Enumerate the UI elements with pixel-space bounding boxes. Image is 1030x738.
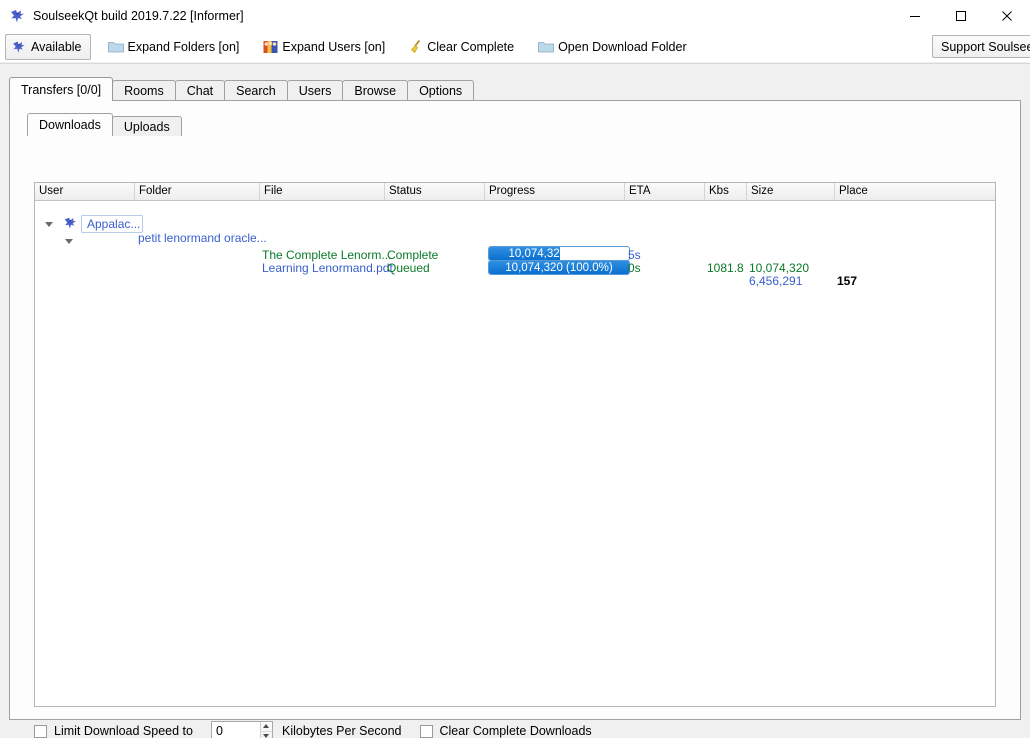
window-title: SoulseekQt build 2019.7.22 [Informer] <box>33 8 244 23</box>
tab-chat[interactable]: Chat <box>174 80 226 101</box>
speed-unit-label: Kilobytes Per Second <box>281 724 402 738</box>
tab-search-label: Search <box>236 84 276 98</box>
progress-bar-value: 10,074,320 (50.9%) <box>508 247 610 260</box>
table-header-row: User Folder File Status Progress ETA Kbs… <box>35 183 995 201</box>
stepper-up-icon[interactable] <box>260 722 272 732</box>
eta-cell: 5s <box>628 248 641 262</box>
soulseek-bird-icon <box>8 7 26 25</box>
tab-browse[interactable]: Browse <box>342 80 409 101</box>
tab-rooms[interactable]: Rooms <box>112 80 176 101</box>
transfers-panel: Downloads Uploads User Folder File Statu… <box>9 100 1021 738</box>
progress-bar: 10,074,320 (100.0%) <box>488 260 630 275</box>
column-header-file[interactable]: File <box>260 183 385 200</box>
column-header-kbs[interactable]: Kbs <box>705 183 747 200</box>
file-name-cell: Learning Lenormand.pdf <box>262 261 393 275</box>
expand-arrow-user-icon[interactable] <box>45 222 53 227</box>
status-cell: Queued <box>387 261 430 275</box>
clear-complete-downloads-label: Clear Complete Downloads <box>439 724 592 738</box>
support-soulseek-label: Support Soulseek! <box>941 39 1030 54</box>
column-header-size[interactable]: Size <box>747 183 835 200</box>
expand-folders-label: Expand Folders [on] <box>127 39 240 54</box>
tab-rooms-label: Rooms <box>124 84 164 98</box>
status-available-label: Available <box>31 39 82 54</box>
column-header-user[interactable]: User <box>35 183 135 200</box>
tab-chat-label: Chat <box>186 84 214 98</box>
subtab-downloads-label: Downloads <box>39 118 101 132</box>
limit-download-speed-checkbox[interactable] <box>34 724 47 738</box>
kbs-cell: 1081.8 <box>707 261 744 275</box>
progress-bar-label: 10,074,320 (100.0%) <box>489 261 629 274</box>
main-toolbar: Available Expand Folders [on] Expand Use… <box>0 31 1030 62</box>
expand-arrow-folder-icon[interactable] <box>65 239 73 244</box>
downloads-table[interactable]: User Folder File Status Progress ETA Kbs… <box>34 182 996 707</box>
tab-search[interactable]: Search <box>224 80 288 101</box>
user-name-cell[interactable]: Appalac... <box>81 215 143 233</box>
minimize-icon[interactable] <box>892 0 938 31</box>
column-header-place[interactable]: Place <box>835 183 995 200</box>
subtab-downloads[interactable]: Downloads <box>27 113 113 136</box>
tab-options[interactable]: Options <box>407 80 475 101</box>
download-speed-stepper[interactable] <box>210 721 273 738</box>
support-soulseek-button[interactable]: Support Soulseek! <box>932 35 1030 58</box>
progress-bar-value: 10,074,320 (100.0%) <box>505 261 613 274</box>
status-available-button[interactable]: Available <box>5 33 91 60</box>
transfer-subtabs: Downloads Uploads <box>27 113 182 136</box>
expand-folders-button[interactable]: Expand Folders [on] <box>101 35 247 58</box>
folder-icon <box>538 40 554 53</box>
folder-icon <box>107 40 124 53</box>
progress-bar: 10,074,320 (50.9%) <box>488 246 630 261</box>
place-cell: 157 <box>837 274 858 288</box>
file-name-cell: The Complete Lenorm... <box>262 248 392 262</box>
subtab-uploads[interactable]: Uploads <box>111 116 182 136</box>
subtab-uploads-label: Uploads <box>123 119 170 134</box>
open-download-folder-label: Open Download Folder <box>558 39 687 54</box>
tab-browse-label: Browse <box>354 84 397 98</box>
tab-transfers[interactable]: Transfers [0/0] <box>9 77 114 101</box>
progress-bar-label: 10,074,320 (50.9%) <box>489 247 629 260</box>
soulseek-bird-icon <box>10 39 27 55</box>
eta-cell: 0s <box>628 261 641 275</box>
tab-options-label: Options <box>419 84 463 98</box>
tab-transfers-label: Transfers [0/0] <box>21 82 102 97</box>
column-header-status[interactable]: Status <box>385 183 485 200</box>
size-cell: 10,074,320 <box>749 261 810 275</box>
close-icon[interactable] <box>984 0 1030 31</box>
clear-complete-label: Clear Complete <box>427 39 515 54</box>
download-speed-input[interactable] <box>211 722 260 738</box>
clear-complete-downloads-checkbox[interactable] <box>419 724 433 738</box>
stepper-down-icon[interactable] <box>261 732 272 738</box>
maximize-icon[interactable] <box>938 0 984 31</box>
soulseek-bird-icon <box>61 215 79 236</box>
stepper-buttons[interactable] <box>259 722 272 738</box>
main-tabs: Transfers [0/0] Rooms Chat Search Users … <box>9 77 475 101</box>
expand-users-label: Expand Users [on] <box>282 39 386 54</box>
clear-complete-button[interactable]: Clear Complete <box>402 35 521 58</box>
broom-icon <box>409 39 423 54</box>
table-body: Appalac... petit lenormand oracle... The… <box>35 201 995 706</box>
tab-users-label: Users <box>298 84 332 98</box>
column-header-progress[interactable]: Progress <box>485 183 625 200</box>
download-options-bar: Limit Download Speed to Kilobytes Per Se… <box>34 719 996 738</box>
users-icon <box>263 40 278 54</box>
column-header-folder[interactable]: Folder <box>135 183 260 200</box>
folder-name-cell: petit lenormand oracle... <box>138 231 267 245</box>
status-cell: Complete <box>387 248 439 262</box>
size-cell: 6,456,291 <box>749 274 803 288</box>
expand-users-button[interactable]: Expand Users [on] <box>256 35 392 58</box>
tab-users[interactable]: Users <box>286 80 344 101</box>
open-download-folder-button[interactable]: Open Download Folder <box>531 35 694 58</box>
main-area: Transfers [0/0] Rooms Chat Search Users … <box>0 63 1030 738</box>
soulseek-window: SoulseekQt build 2019.7.22 [Informer] Av… <box>0 0 1030 738</box>
title-bar: SoulseekQt build 2019.7.22 [Informer] <box>0 0 1030 31</box>
limit-download-speed-label: Limit Download Speed to <box>54 724 193 738</box>
column-header-eta[interactable]: ETA <box>625 183 705 200</box>
window-controls <box>892 0 1030 31</box>
